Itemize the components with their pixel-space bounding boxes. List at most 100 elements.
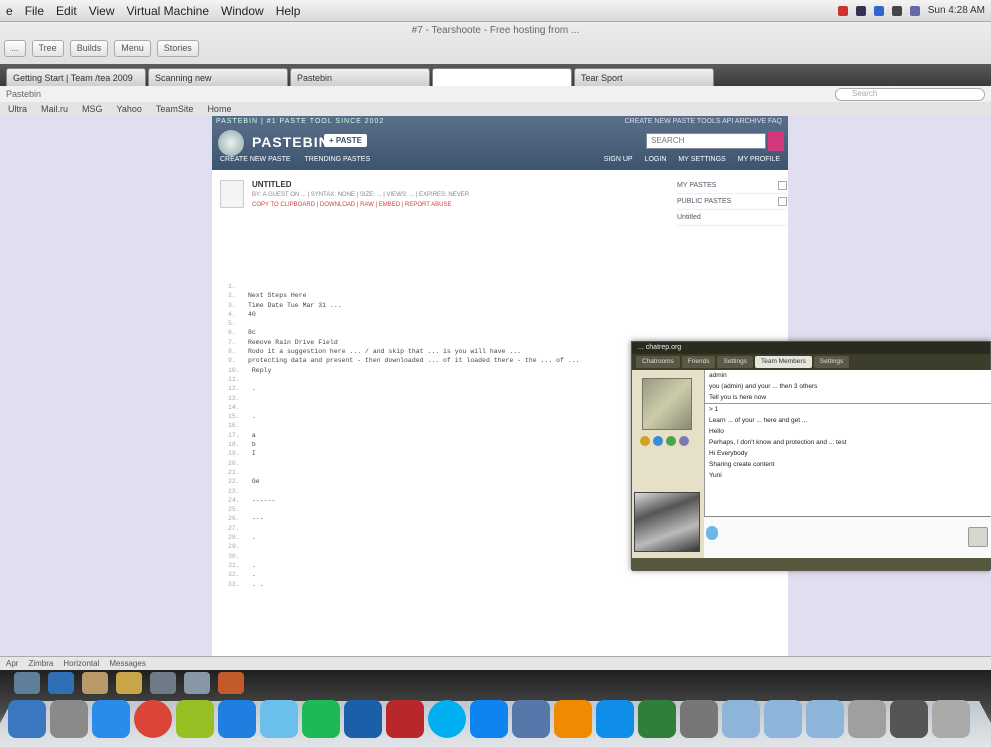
checkbox[interactable]	[778, 181, 787, 190]
vm-app-icon[interactable]	[116, 672, 142, 694]
addon-item[interactable]: Zimbra	[28, 659, 53, 668]
status-dropbox-icon[interactable]	[873, 5, 884, 16]
bookmark-item[interactable]: Home	[207, 104, 231, 114]
send-button[interactable]	[968, 527, 988, 547]
status-wifi-icon[interactable]	[891, 5, 902, 16]
phone-icon[interactable]	[666, 436, 676, 446]
pastebin-logo-icon[interactable]	[218, 130, 244, 156]
pastebin-search-button[interactable]	[768, 131, 784, 151]
tab-scanning[interactable]: Scanning new	[148, 68, 288, 86]
filezilla-icon[interactable]	[386, 700, 424, 738]
teamviewer-icon[interactable]	[596, 700, 634, 738]
code-text: Reply	[248, 366, 272, 374]
chat-input-field[interactable]	[704, 516, 991, 558]
bookmark-item[interactable]: MSG	[82, 104, 103, 114]
checkbox[interactable]	[778, 197, 787, 206]
status-bluetooth-icon[interactable]	[855, 5, 866, 16]
spotify-icon[interactable]	[302, 700, 340, 738]
vm-app-icon[interactable]	[218, 672, 244, 694]
emoticon-icon[interactable]	[706, 526, 718, 540]
menu-item-file[interactable]: File	[25, 4, 44, 18]
vm-app-icon[interactable]	[82, 672, 108, 694]
toolbar-button-back[interactable]: ...	[4, 39, 26, 57]
xmarks-icon[interactable]	[512, 700, 550, 738]
ios-icon[interactable]	[218, 700, 256, 738]
system-preferences-icon[interactable]	[50, 700, 88, 738]
tab-active[interactable]	[432, 68, 572, 86]
tab-getting-started[interactable]: Getting Start | Team /tea 2009	[6, 68, 146, 86]
bookmark-item[interactable]: Ultra	[8, 104, 27, 114]
toolbar-button-builds[interactable]: Builds	[69, 39, 109, 57]
music-icon[interactable]	[848, 700, 886, 738]
chat-tab[interactable]: Chatrooms	[636, 356, 680, 368]
browser-search-input[interactable]: Search	[835, 87, 985, 101]
user-icon[interactable]	[640, 436, 650, 446]
nav-create-new-paste[interactable]: CREATE NEW PASTE	[220, 156, 291, 163]
bookmark-item[interactable]: TeamSite	[156, 104, 194, 114]
chat-tab[interactable]: Settings	[813, 356, 850, 368]
nav-sign-up[interactable]: SIGN UP	[604, 156, 633, 163]
menu-item-help[interactable]: Help	[276, 4, 301, 18]
self-avatar[interactable]	[634, 492, 700, 552]
nav-my-settings[interactable]: MY SETTINGS	[678, 156, 725, 163]
vm-app-icon[interactable]	[48, 672, 74, 694]
vm-app-icon[interactable]	[184, 672, 210, 694]
chrome-icon[interactable]	[134, 700, 172, 738]
vm-app-icon[interactable]	[14, 672, 40, 694]
addon-item[interactable]: Messages	[109, 659, 145, 668]
nav-trending-pastes[interactable]: TRENDING PASTES	[305, 156, 371, 163]
folder-2-icon[interactable]	[764, 700, 802, 738]
menu-item-virtual-machine[interactable]: Virtual Machine	[127, 4, 210, 18]
money-icon[interactable]	[638, 700, 676, 738]
android-icon[interactable]	[176, 700, 214, 738]
sidebar-row[interactable]: Untitled	[677, 210, 787, 226]
finder-icon[interactable]	[8, 700, 46, 738]
vm-app-icon[interactable]	[150, 672, 176, 694]
status-record-icon[interactable]	[837, 5, 848, 16]
toolbar-button-stories[interactable]: Stories	[156, 39, 199, 57]
menu-item-app[interactable]: e	[6, 4, 13, 18]
video-icon[interactable]	[653, 436, 663, 446]
file-icon[interactable]	[679, 436, 689, 446]
pastebin-toplinks[interactable]: CREATE NEW PASTE TOOLS API ARCHIVE FAQ	[625, 118, 782, 125]
disk-icon[interactable]	[680, 700, 718, 738]
bookmark-item[interactable]: Yahoo	[117, 104, 142, 114]
paste-actions[interactable]: COPY TO CLIPBOARD | DOWNLOAD | RAW | EMB…	[252, 202, 452, 208]
toolbar-button-menu[interactable]: Menu	[114, 39, 151, 57]
app-store-icon[interactable]	[92, 700, 130, 738]
tab-pastebin[interactable]: Pastebin	[290, 68, 430, 86]
pastebin-brand[interactable]: PASTEBIN	[252, 134, 330, 150]
contact-avatar[interactable]	[642, 378, 692, 430]
tab-tear-sport[interactable]: Tear Sport	[574, 68, 714, 86]
virtualbox-icon[interactable]	[344, 700, 382, 738]
folder-1-icon[interactable]	[722, 700, 760, 738]
chat-tab[interactable]: Friends	[681, 356, 716, 368]
chat-tab[interactable]: Settings	[717, 356, 753, 368]
nav-login[interactable]: LOGIN	[645, 156, 667, 163]
printer-icon[interactable]	[890, 700, 928, 738]
nav-my-profile[interactable]: MY PROFILE	[738, 156, 780, 163]
addon-item[interactable]: Apr	[6, 659, 18, 668]
itunes-icon[interactable]	[260, 700, 298, 738]
chat-title[interactable]: ... chatrep.org	[632, 342, 990, 354]
sidebar-row[interactable]: MY PASTES	[677, 178, 787, 194]
sidebar-row[interactable]: PUBLIC PASTES	[677, 194, 787, 210]
trash-icon[interactable]	[932, 700, 970, 738]
chat-status-bar	[632, 558, 990, 571]
menu-item-window[interactable]: Window	[221, 4, 264, 18]
addon-item[interactable]: Horizontal	[63, 659, 99, 668]
menu-clock[interactable]: Sun 4:28 AM	[928, 5, 985, 16]
pastebin-search-input[interactable]: SEARCH	[646, 133, 766, 149]
toolbar-button-tree[interactable]: Tree	[31, 39, 64, 57]
new-paste-button[interactable]: + PASTE	[324, 134, 367, 147]
dropbox-icon[interactable]	[470, 700, 508, 738]
folder-3-icon[interactable]	[806, 700, 844, 738]
menu-item-view[interactable]: View	[89, 4, 115, 18]
bookmark-item[interactable]: Mail.ru	[41, 104, 68, 114]
vlc-icon[interactable]	[554, 700, 592, 738]
address-text[interactable]: Pastebin	[6, 89, 41, 99]
status-volume-icon[interactable]	[909, 5, 920, 16]
chat-tab-active[interactable]: Team Members	[754, 356, 812, 368]
skype-icon[interactable]	[428, 700, 466, 738]
menu-item-edit[interactable]: Edit	[56, 4, 77, 18]
